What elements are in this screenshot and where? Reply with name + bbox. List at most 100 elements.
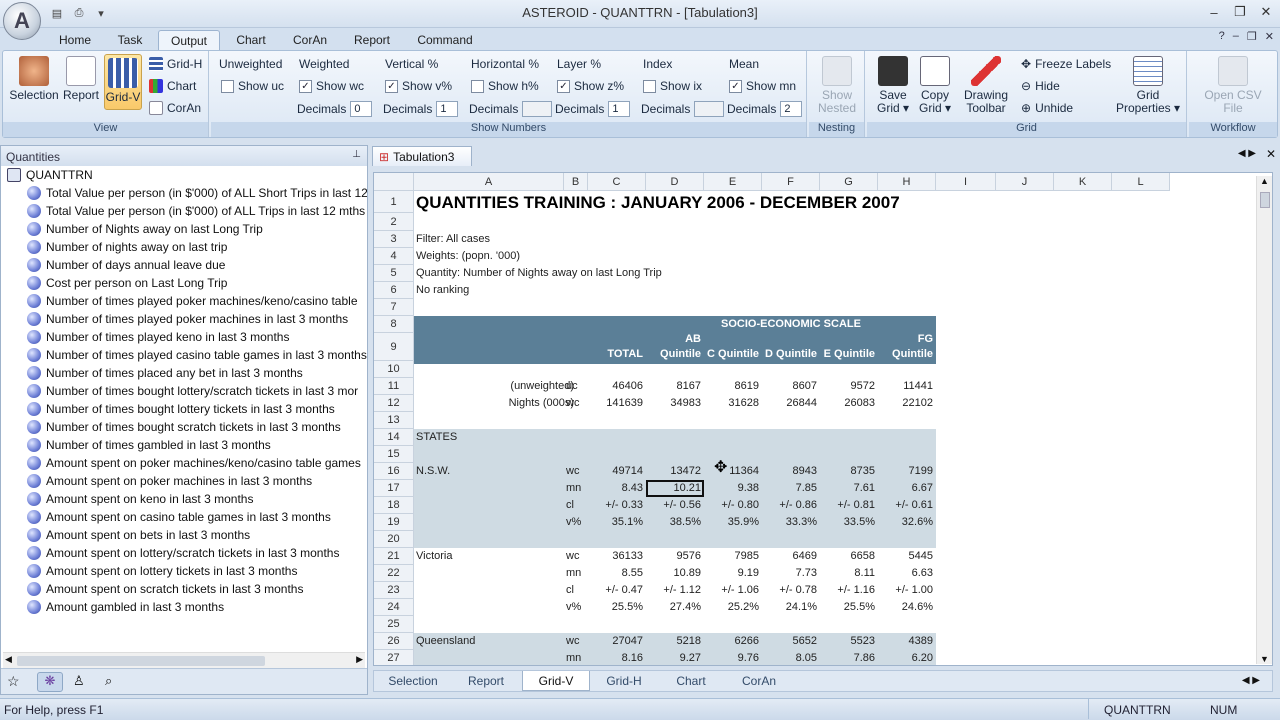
- list-item[interactable]: Amount spent on lottery/scratch tickets …: [27, 544, 339, 562]
- tab-home[interactable]: Home: [52, 30, 98, 50]
- row-header[interactable]: 12: [374, 395, 414, 412]
- show-mn-check[interactable]: ✓ Show mn: [729, 79, 796, 93]
- decimals-spinner[interactable]: 2: [780, 101, 803, 117]
- list-item[interactable]: Amount spent on bets in last 3 months: [27, 526, 250, 544]
- show-h-check[interactable]: Show h%: [471, 79, 539, 93]
- row-header[interactable]: 14: [374, 429, 414, 446]
- list-item[interactable]: Amount spent on scratch tickets in last …: [27, 580, 303, 598]
- tab-chart[interactable]: Chart: [228, 30, 274, 50]
- column-header[interactable]: F: [762, 173, 820, 191]
- selected-cell[interactable]: [646, 480, 704, 497]
- save-grid-button[interactable]: Save Grid ▾: [873, 56, 913, 115]
- view-tab-selection[interactable]: Selection: [378, 671, 448, 691]
- row-header[interactable]: 5: [374, 265, 414, 282]
- list-item[interactable]: Number of times played poker machines in…: [27, 310, 348, 328]
- list-item[interactable]: Amount spent on poker machines/keno/casi…: [27, 454, 361, 472]
- doc-close-icon[interactable]: ✕: [1266, 147, 1276, 161]
- list-item[interactable]: Total Value per person (in $'000) of ALL…: [27, 184, 367, 202]
- quantities-pane-icon[interactable]: ❋: [37, 672, 63, 692]
- tab-output[interactable]: Output: [158, 30, 220, 50]
- copy-grid-button[interactable]: Copy Grid ▾: [915, 56, 955, 115]
- variables-pane-icon[interactable]: ♙: [73, 673, 85, 689]
- scroll-thumb[interactable]: [17, 656, 265, 666]
- show-wc-check[interactable]: ✓ Show wc: [299, 79, 364, 93]
- list-item[interactable]: Number of times placed any bet in last 3…: [27, 364, 303, 382]
- row-header[interactable]: 4: [374, 248, 414, 265]
- checkbox[interactable]: ✓: [299, 79, 312, 93]
- doc-nav-icons[interactable]: ◀ ▶: [1238, 148, 1256, 159]
- scroll-right-icon[interactable]: ▶: [356, 654, 363, 665]
- show-v-check[interactable]: ✓ Show v%: [385, 79, 452, 93]
- row-header[interactable]: 20: [374, 531, 414, 548]
- restore-button[interactable]: ❐: [1230, 2, 1250, 22]
- list-item[interactable]: Number of times played keno in last 3 mo…: [27, 328, 289, 346]
- column-header[interactable]: G: [820, 173, 878, 191]
- tree-root[interactable]: QUANTTRN: [7, 166, 93, 184]
- unhide-button[interactable]: ⊕ Unhide: [1021, 101, 1073, 115]
- column-header[interactable]: D: [646, 173, 704, 191]
- close-button[interactable]: ✕: [1256, 2, 1276, 22]
- help-icon[interactable]: ?: [1219, 30, 1225, 43]
- view-tab-report[interactable]: Report: [452, 671, 520, 691]
- star-icon[interactable]: ☆: [7, 673, 20, 690]
- grid-h-button[interactable]: Grid-H: [149, 57, 202, 71]
- column-header[interactable]: J: [996, 173, 1054, 191]
- list-item[interactable]: Total Value per person (in $'000) of ALL…: [27, 202, 365, 220]
- open-csv-button[interactable]: Open CSV File: [1193, 56, 1273, 115]
- view-tab-chart[interactable]: Chart: [660, 671, 722, 691]
- tab-report[interactable]: Report: [346, 30, 398, 50]
- row-header[interactable]: 22: [374, 565, 414, 582]
- checkbox[interactable]: ✓: [557, 79, 570, 93]
- row-header[interactable]: 16: [374, 463, 414, 480]
- row-header[interactable]: 9: [374, 333, 414, 361]
- hide-button[interactable]: ⊖ Hide: [1021, 79, 1060, 93]
- view-tab-coran[interactable]: CorAn: [726, 671, 792, 691]
- show-nested-button[interactable]: Show Nested: [813, 56, 861, 115]
- tab-task[interactable]: Task: [110, 30, 150, 50]
- chart-button[interactable]: Chart: [149, 79, 196, 93]
- list-item[interactable]: Amount spent on casino table games in la…: [27, 508, 331, 526]
- freeze-labels-button[interactable]: ✥ Freeze Labels: [1021, 57, 1111, 71]
- pin-icon[interactable]: ⊥: [352, 149, 361, 160]
- column-header[interactable]: H: [878, 173, 936, 191]
- decimals-spinner[interactable]: 0: [350, 101, 373, 117]
- view-tab-grid-v[interactable]: Grid-V: [522, 671, 590, 691]
- column-header[interactable]: B: [564, 173, 588, 191]
- list-item[interactable]: Amount spent on keno in last 3 months: [27, 490, 253, 508]
- row-header[interactable]: 18: [374, 497, 414, 514]
- checkbox[interactable]: [221, 79, 234, 93]
- list-item[interactable]: Number of times bought lottery tickets i…: [27, 400, 335, 418]
- list-item[interactable]: Amount spent on poker machines in last 3…: [27, 472, 312, 490]
- decimals-spinner[interactable]: 1: [436, 101, 459, 117]
- list-item[interactable]: Number of times bought scratch tickets i…: [27, 418, 341, 436]
- row-header[interactable]: 13: [374, 412, 414, 429]
- row-header[interactable]: 7: [374, 299, 414, 316]
- show-ix-check[interactable]: Show ix: [643, 79, 702, 93]
- row-header[interactable]: 11: [374, 378, 414, 395]
- list-item[interactable]: Amount spent on lottery tickets in last …: [27, 562, 297, 580]
- doc-restore-icon[interactable]: ❐: [1247, 30, 1257, 43]
- list-item[interactable]: Number of times bought lottery/scratch t…: [27, 382, 358, 400]
- row-header[interactable]: 21: [374, 548, 414, 565]
- list-item[interactable]: Cost per person on Last Long Trip: [27, 274, 227, 292]
- coran-button[interactable]: CorAn: [149, 101, 201, 115]
- tab-coran[interactable]: CorAn: [284, 30, 336, 50]
- column-header[interactable]: C: [588, 173, 646, 191]
- column-header[interactable]: I: [936, 173, 996, 191]
- row-header[interactable]: 23: [374, 582, 414, 599]
- decimals-spinner[interactable]: 1: [608, 101, 631, 117]
- row-header[interactable]: 19: [374, 514, 414, 531]
- grid-properties-button[interactable]: Grid Properties ▾: [1113, 56, 1183, 115]
- row-header[interactable]: 1: [374, 191, 414, 213]
- list-item[interactable]: Number of times played casino table game…: [27, 346, 367, 364]
- grid-v-button[interactable]: Grid-V: [104, 54, 142, 110]
- app-menu-button[interactable]: A: [3, 2, 41, 40]
- scroll-up-icon[interactable]: ▲: [1260, 176, 1269, 186]
- view-tab-nav-icons[interactable]: ◀ ▶: [1242, 675, 1260, 686]
- doc-close-icon[interactable]: ✕: [1265, 30, 1274, 43]
- row-header[interactable]: 24: [374, 599, 414, 616]
- scroll-thumb[interactable]: [1260, 192, 1270, 208]
- column-header[interactable]: L: [1112, 173, 1170, 191]
- checkbox[interactable]: ✓: [729, 79, 742, 93]
- grid-vertical-scrollbar[interactable]: ▲ ▼: [1256, 176, 1272, 664]
